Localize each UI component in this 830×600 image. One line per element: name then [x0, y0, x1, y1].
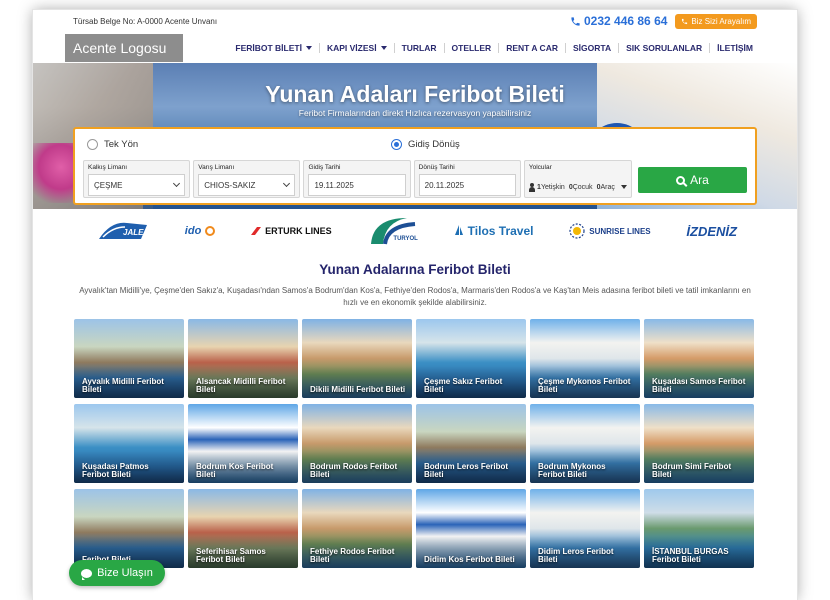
route-card[interactable]: Fethiye Rodos Feribot Bileti: [302, 489, 412, 568]
nav-item-3[interactable]: OTELLER: [443, 42, 499, 53]
passengers-field[interactable]: Yolcular 1Yetişkin 0Çocuk 0Araç: [523, 160, 632, 198]
route-card[interactable]: Çeşme Sakız Feribot Bileti: [416, 319, 526, 398]
depart-date-field: Gidiş Tarihi 19.11.2025: [303, 160, 411, 198]
page: Türsab Belge No: A-0000 Acente Unvanı 02…: [33, 10, 797, 600]
section-title: Yunan Adalarına Feribot Bileti: [319, 262, 511, 277]
depart-date-input[interactable]: 19.11.2025: [308, 174, 406, 196]
route-grid: Ayvalık Midilli Feribot Bileti Alsancak M…: [74, 319, 754, 568]
passengers-summary[interactable]: 1Yetişkin 0Çocuk 0Araç: [528, 176, 627, 198]
chat-bubble-icon: [81, 568, 93, 580]
route-card[interactable]: Didim Kos Feribot Bileti: [416, 489, 526, 568]
search-button[interactable]: Ara: [637, 167, 747, 193]
nav-item-7[interactable]: İLETİŞİM: [709, 42, 760, 53]
route-card[interactable]: Dikili Midilli Feribot Bileti: [302, 319, 412, 398]
route-card[interactable]: Seferihisar Samos Feribot Bileti: [188, 489, 298, 568]
nav-item-0[interactable]: FERİBOT BİLETİ: [228, 43, 319, 53]
route-card[interactable]: Bodrum Simi Feribot Bileti: [644, 404, 754, 483]
route-card[interactable]: Bodrum Mykonos Feribot Bileti: [530, 404, 640, 483]
route-card[interactable]: Kuşadası Samos Feribot Bileti: [644, 319, 754, 398]
company-logo-izdeniz[interactable]: İZDENİZ: [686, 224, 737, 239]
company-logo-tilos[interactable]: Tilos Travel: [454, 224, 533, 238]
route-card[interactable]: Ayvalık Midilli Feribot Bileti: [74, 319, 184, 398]
section-description: Ayvalık'tan Midilli'ye, Çeşme'den Sakız'…: [79, 286, 751, 307]
route-card-label: Didim Kos Feribot Bileti: [424, 555, 515, 564]
arrival-port-field: Varış Limanı CHIOS-SAKIZ: [193, 160, 301, 198]
person-icon: [528, 182, 536, 192]
tilos-sail-icon: [454, 225, 463, 235]
route-card-label: Çeşme Sakız Feribot Bileti: [424, 377, 503, 394]
route-card[interactable]: Kuşadası Patmos Feribot Bileti: [74, 404, 184, 483]
site-logo[interactable]: Acente Logosu: [65, 33, 183, 62]
departure-port-field: Kalkış Limanı ÇEŞME: [83, 160, 191, 198]
route-card-label: İSTANBUL BURGAS Feribot Bileti: [652, 547, 729, 564]
route-card-label: Didim Leros Feribot Bileti: [538, 547, 614, 564]
company-logo-sunrise[interactable]: SUNRISE LINES: [569, 223, 651, 239]
departure-port-select[interactable]: ÇEŞME: [88, 174, 186, 196]
ferry-search-form: Tek Yön Gidiş Dönüş Kalkış Limanı ÇEŞME …: [73, 127, 757, 205]
route-card-label: Seferihisar Samos Feribot Bileti: [196, 547, 266, 564]
route-card-label: Alsancak Midilli Feribot Bileti: [196, 377, 286, 394]
route-card-label: Bodrum Mykonos Feribot Bileti: [538, 462, 606, 479]
route-card[interactable]: Bodrum Rodos Feribot Bileti: [302, 404, 412, 483]
phone-icon: [571, 16, 580, 26]
license-text: Türsab Belge No: A-0000 Acente Unvanı: [73, 16, 218, 26]
nav-item-4[interactable]: RENT A CAR: [498, 42, 565, 53]
route-card-label: Bodrum Leros Feribot Bileti: [424, 462, 509, 479]
nav-item-6[interactable]: SIK SORULANLAR: [618, 42, 709, 53]
route-card[interactable]: Çeşme Mykonos Feribot Bileti: [530, 319, 640, 398]
route-card[interactable]: İSTANBUL BURGAS Feribot Bileti: [644, 489, 754, 568]
main-nav: Acente Logosu FERİBOT BİLETİ KAPI VİZESİ T…: [33, 32, 797, 63]
erturk-arrow-icon: [251, 227, 262, 235]
company-logo-jale[interactable]: JALE: [97, 217, 149, 245]
chevron-down-icon: [173, 179, 181, 188]
nav-item-2[interactable]: TURLAR: [393, 42, 444, 53]
search-icon: [676, 175, 686, 185]
route-card-label: Dikili Midilli Feribot Bileti: [310, 385, 406, 394]
company-logo-ido[interactable]: ido: [185, 225, 216, 237]
route-card[interactable]: Bodrum Kos Feribot Bileti: [188, 404, 298, 483]
nav-menu: FERİBOT BİLETİ KAPI VİZESİ TURLAR OTELLER RE…: [228, 42, 760, 53]
hero-title: Yunan Adaları Feribot Bileti: [265, 81, 565, 107]
route-card-label: Kuşadası Patmos Feribot Bileti: [82, 462, 149, 479]
phone-link[interactable]: 0232 446 86 64: [570, 14, 667, 28]
ido-wave-icon: [205, 226, 216, 236]
phone-small-icon: [682, 18, 688, 24]
sunrise-sun-icon: [569, 223, 585, 239]
return-date-input[interactable]: 20.11.2025: [418, 174, 516, 196]
caret-down-icon: [620, 185, 627, 189]
nav-item-1[interactable]: KAPI VİZESİ: [318, 42, 394, 53]
route-card-label: Fethiye Rodos Feribot Bileti: [310, 547, 395, 564]
return-date-field: Dönüş Tarihi 20.11.2025: [413, 160, 521, 198]
route-card[interactable]: Didim Leros Feribot Bileti: [530, 489, 640, 568]
route-card[interactable]: Alsancak Midilli Feribot Bileti: [188, 319, 298, 398]
route-card-label: Çeşme Mykonos Feribot Bileti: [538, 377, 631, 394]
nav-item-5[interactable]: SİGORTA: [564, 42, 618, 53]
chevron-down-icon: [283, 179, 291, 188]
hero-subtitle: Feribot Firmalarından direkt Hızlıca rez…: [298, 108, 532, 118]
one-way-radio[interactable]: Tek Yön: [83, 138, 391, 150]
round-trip-radio[interactable]: Gidiş Dönüş: [391, 138, 460, 150]
route-card[interactable]: Feribot Bileti: [74, 489, 184, 568]
callback-button[interactable]: Biz Sizi Arayalım: [675, 13, 757, 29]
route-card-label: Kuşadası Samos Feribot Bileti: [652, 377, 746, 394]
contact-chat-button[interactable]: Bize Ulaşın: [69, 560, 165, 586]
caret-down-icon: [380, 45, 387, 50]
arrival-port-select[interactable]: CHIOS-SAKIZ: [198, 174, 296, 196]
company-logo-erturk[interactable]: ERTURK LINES: [251, 226, 332, 236]
company-logo-turyol[interactable]: TURYOL: [367, 216, 418, 246]
route-card[interactable]: Bodrum Leros Feribot Bileti: [416, 404, 526, 483]
route-card-label: Ayvalık Midilli Feribot Bileti: [82, 377, 164, 394]
ferry-company-logos: JALE ido ERTURK LINES TURYOL Tilos Trave…: [97, 213, 737, 249]
caret-down-icon: [305, 45, 312, 50]
route-card-label: Bodrum Rodos Feribot Bileti: [310, 462, 398, 479]
route-card-label: Bodrum Kos Feribot Bileti: [196, 462, 274, 479]
top-bar: Türsab Belge No: A-0000 Acente Unvanı 02…: [33, 10, 797, 32]
route-card-label: Bodrum Simi Feribot Bileti: [652, 462, 732, 479]
